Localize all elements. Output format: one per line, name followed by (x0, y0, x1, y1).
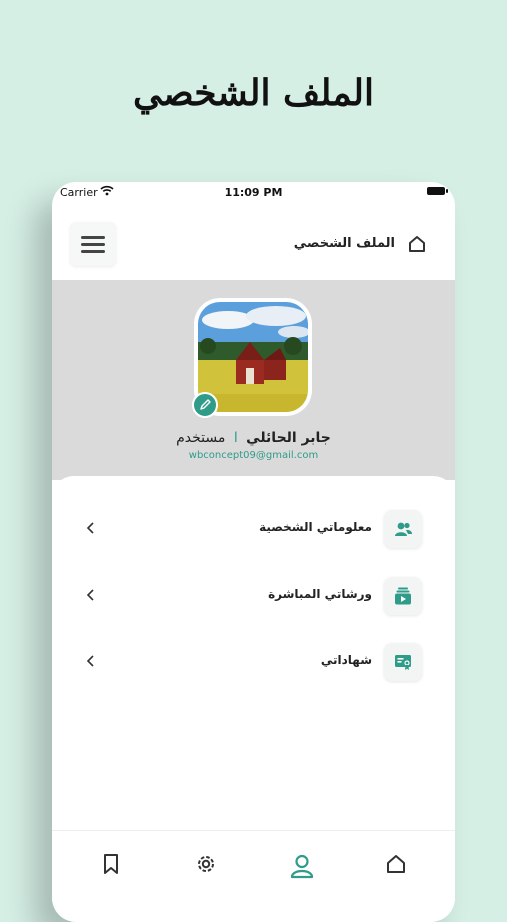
home-icon (387, 855, 405, 873)
status-time: 11:09 PM (224, 186, 283, 199)
menu-item-live-workshops[interactable]: ورشاتي المباشرة (52, 574, 455, 618)
app-bar-title: الملف الشخصي (293, 236, 395, 251)
tab-home[interactable] (385, 853, 407, 879)
battery-icon (427, 187, 448, 195)
name-separator: ا (233, 430, 238, 446)
hamburger-menu-button[interactable] (70, 222, 116, 266)
menu-item-label: شهاداتي (320, 653, 372, 667)
chevron-left-icon (86, 522, 94, 534)
pencil-icon (200, 399, 211, 410)
user-name-line: جابر الحائلي ا مستخدم (52, 430, 455, 446)
user-email: wbconcept09@gmail.com (188, 450, 319, 461)
menu-line (81, 236, 105, 239)
home-icon[interactable] (407, 234, 427, 258)
certificate-icon (384, 643, 422, 681)
tab-settings[interactable] (195, 853, 217, 879)
user-role: مستخدم (176, 430, 226, 446)
chevron-left-icon (86, 655, 94, 667)
menu-item-label: ورشاتي المباشرة (268, 587, 372, 601)
edit-avatar-button[interactable] (192, 392, 218, 418)
gear-icon (198, 856, 214, 872)
live-video-icon (384, 577, 422, 615)
menu-line (81, 250, 105, 253)
chevron-left-icon (86, 589, 94, 601)
user-icon (290, 854, 314, 879)
tab-profile[interactable] (289, 853, 315, 883)
phone-frame: Carrier 11:09 PM الملف الشخصي جابر الحائ… (52, 182, 455, 922)
profile-header: جابر الحائلي ا مستخدم wbconcept09@gmail.… (52, 280, 455, 480)
app-bar: الملف الشخصي (52, 210, 455, 280)
user-name: جابر الحائلي (246, 430, 331, 446)
menu-item-label: معلوماتي الشخصية (259, 520, 372, 534)
menu-item-certificates[interactable]: شهاداتي (52, 640, 455, 684)
menu-card: معلوماتي الشخصية ورشاتي المباشرة شهاداتي (52, 476, 455, 836)
bottom-tab-bar (52, 830, 455, 901)
bookmark-icon (104, 854, 118, 874)
status-bar: Carrier 11:09 PM (52, 182, 455, 202)
users-icon (384, 510, 422, 548)
tab-bookmarks[interactable] (101, 853, 121, 879)
menu-line (81, 243, 105, 246)
menu-item-personal-info[interactable]: معلوماتي الشخصية (52, 507, 455, 551)
page-heading: الملف الشخصي (132, 72, 375, 114)
